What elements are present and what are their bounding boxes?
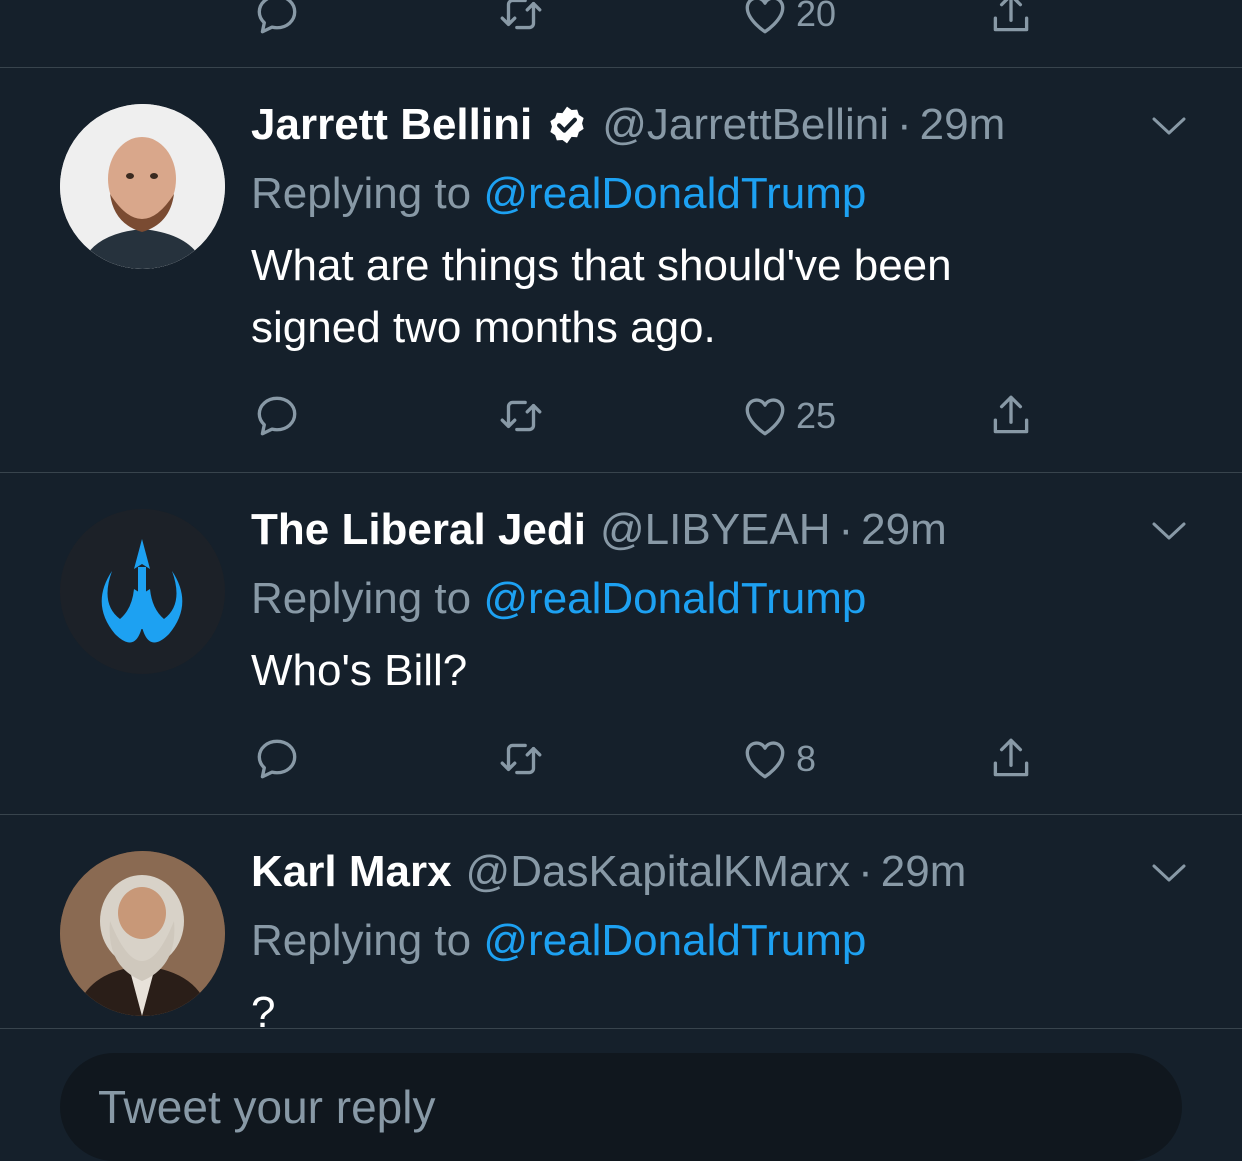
separator-dot: · — [838, 505, 854, 554]
retweet-button[interactable] — [496, 388, 546, 444]
like-button[interactable]: 8 — [740, 731, 816, 787]
reply-icon — [257, 739, 297, 779]
verified-badge-icon — [550, 106, 584, 144]
tweet-actions: 8 — [0, 731, 1242, 791]
reply-button[interactable] — [252, 0, 302, 42]
tweet-actions: 25 — [0, 388, 1242, 448]
share-icon — [993, 738, 1029, 777]
replying-prefix: Replying to — [251, 916, 472, 965]
separator-dot: · — [896, 100, 912, 149]
tweet[interactable]: Karl Marx @DasKapitalKMarx · 29m Replyin… — [0, 815, 1242, 1037]
replying-prefix: Replying to — [251, 169, 472, 218]
like-button[interactable]: 20 — [740, 0, 836, 42]
heart-icon — [745, 0, 785, 34]
replying-to: Replying to @realDonaldTrump — [251, 913, 866, 969]
replying-prefix: Replying to — [251, 574, 472, 623]
avatar-photo — [60, 104, 225, 269]
chevron-down-icon[interactable] — [1151, 114, 1187, 138]
tweet-text-line: Who's Bill? — [251, 646, 468, 695]
share-icon — [993, 395, 1029, 434]
tweet-text-line: signed two months ago. — [251, 303, 716, 352]
replying-to: Replying to @realDonaldTrump — [251, 166, 866, 222]
mention-link[interactable]: @realDonaldTrump — [483, 169, 866, 218]
separator-dot: · — [858, 847, 873, 896]
tweet[interactable]: The Liberal Jedi @LIBYEAH · 29m Replying… — [0, 473, 1242, 815]
heart-icon — [745, 398, 785, 436]
reply-icon — [257, 0, 297, 34]
share-button[interactable] — [986, 388, 1036, 444]
retweet-button[interactable] — [496, 0, 546, 42]
display-name[interactable]: The Liberal Jedi — [251, 505, 586, 555]
user-handle[interactable]: @LIBYEAH — [600, 505, 831, 555]
reply-composer — [0, 1028, 1242, 1161]
avatar-photo — [60, 851, 225, 1016]
retweet-icon — [500, 400, 542, 432]
reply-button[interactable] — [252, 731, 302, 787]
mention-link[interactable]: @realDonaldTrump — [483, 916, 866, 965]
tweet-text: Who's Bill? — [251, 640, 1131, 702]
tweet-thread-screen: 20 Jarrett Bellini @JarrettBellini · 29m… — [0, 0, 1242, 1161]
tweet-header: Karl Marx @DasKapitalKMarx · 29m — [251, 847, 966, 897]
tweet-text: What are things that should've been sign… — [251, 235, 1131, 359]
avatar[interactable] — [60, 509, 225, 674]
mention-link[interactable]: @realDonaldTrump — [483, 574, 866, 623]
tweet-text-line: What are things that should've been — [251, 241, 952, 290]
like-count: 25 — [796, 395, 837, 436]
previous-tweet-actions: 20 — [0, 0, 1242, 68]
display-name[interactable]: Jarrett Bellini — [251, 100, 532, 150]
heart-icon — [745, 741, 785, 779]
reply-icon — [257, 396, 297, 436]
replying-to: Replying to @realDonaldTrump — [251, 571, 866, 627]
reply-button[interactable] — [252, 388, 302, 444]
tweet-header: The Liberal Jedi @LIBYEAH · 29m — [251, 505, 947, 555]
tweet[interactable]: Jarrett Bellini @JarrettBellini · 29m Re… — [0, 68, 1242, 473]
avatar[interactable] — [60, 104, 225, 269]
like-button[interactable]: 25 — [740, 388, 836, 444]
like-count: 8 — [796, 738, 817, 779]
display-name[interactable]: Karl Marx — [251, 847, 452, 897]
retweet-button[interactable] — [496, 731, 546, 787]
tweet-header: Jarrett Bellini @JarrettBellini · 29m — [251, 100, 1005, 150]
retweet-icon — [500, 743, 542, 775]
reply-input[interactable] — [60, 1053, 1182, 1161]
user-handle[interactable]: @JarrettBellini — [602, 100, 889, 150]
rebel-alliance-logo-icon — [60, 509, 225, 674]
timestamp[interactable]: 29m — [861, 505, 947, 555]
like-count: 20 — [796, 0, 837, 34]
user-handle[interactable]: @DasKapitalKMarx — [466, 847, 851, 897]
retweet-icon — [500, 0, 542, 30]
share-icon — [993, 0, 1029, 32]
share-button[interactable] — [986, 731, 1036, 787]
share-button[interactable] — [986, 0, 1036, 42]
timestamp[interactable]: 29m — [881, 847, 967, 897]
chevron-down-icon[interactable] — [1151, 861, 1187, 885]
chevron-down-icon[interactable] — [1151, 519, 1187, 543]
timestamp[interactable]: 29m — [920, 100, 1006, 150]
avatar[interactable] — [60, 851, 225, 1016]
